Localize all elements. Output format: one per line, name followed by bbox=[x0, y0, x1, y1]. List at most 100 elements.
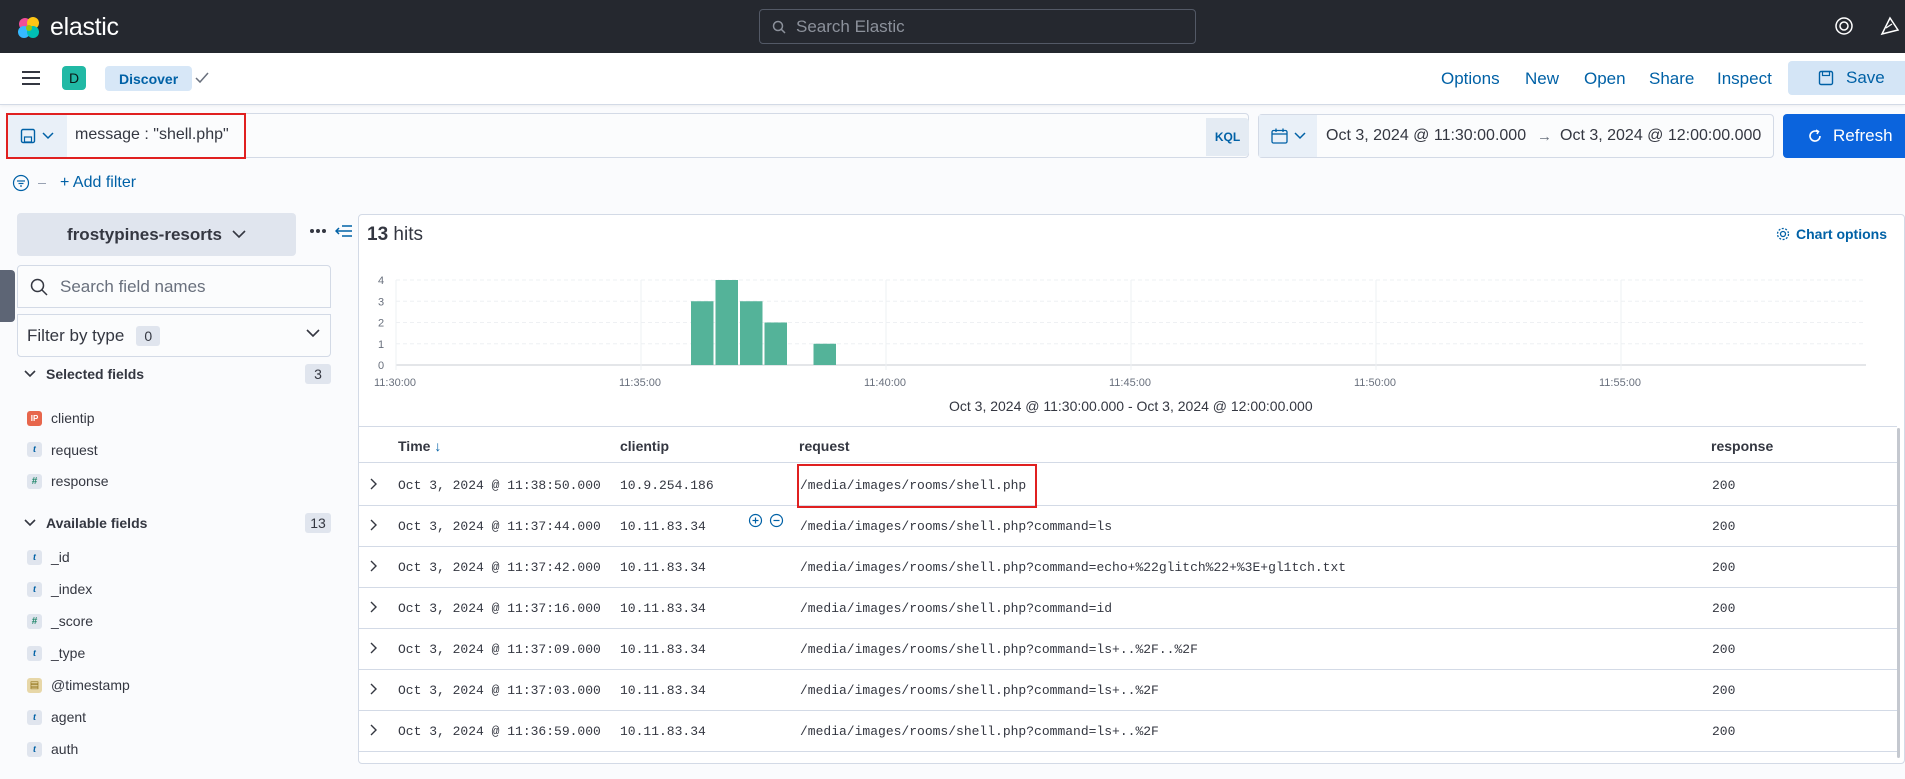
cell-clientip: 10.9.254.186 bbox=[620, 478, 714, 493]
elastic-logo[interactable]: elastic bbox=[16, 13, 119, 42]
end-date[interactable]: Oct 3, 2024 @ 12:00:00.000 bbox=[1560, 127, 1761, 145]
field-item-auth[interactable]: t auth bbox=[27, 741, 78, 757]
expand-row-icon[interactable] bbox=[369, 724, 378, 736]
share-link[interactable]: Share bbox=[1649, 69, 1694, 89]
column-header-time[interactable]: Time ↓ bbox=[398, 438, 441, 454]
cell-time: Oct 3, 2024 @ 11:37:16.000 bbox=[398, 601, 601, 616]
histogram-bar[interactable] bbox=[691, 301, 714, 365]
breadcrumb-discover[interactable]: Discover bbox=[105, 66, 193, 91]
filter-by-type-button[interactable]: Filter by type 0 bbox=[17, 314, 331, 357]
filter-options-icon[interactable] bbox=[12, 174, 30, 192]
filter-out-value-icon[interactable] bbox=[769, 513, 784, 528]
field-item-clientip[interactable]: IP clientip bbox=[27, 410, 95, 426]
field-item-response[interactable]: # response bbox=[27, 473, 109, 489]
expand-row-icon[interactable] bbox=[369, 601, 378, 613]
expand-row-icon[interactable] bbox=[369, 560, 378, 572]
histogram-bar[interactable] bbox=[764, 322, 788, 366]
field-item-score[interactable]: # _score bbox=[27, 613, 93, 629]
field-name: @timestamp bbox=[51, 677, 130, 693]
column-header-clientip[interactable]: clientip bbox=[620, 438, 669, 454]
filter-by-type-label: Filter by type bbox=[27, 325, 125, 345]
time-range-label: Oct 3, 2024 @ 11:30:00.000 - Oct 3, 2024… bbox=[949, 398, 1313, 414]
column-header-request[interactable]: request bbox=[799, 438, 850, 454]
x-tick-label: 11:35:00 bbox=[619, 377, 661, 389]
x-tick-label: 11:30:00 bbox=[374, 377, 416, 389]
chevron-down-icon bbox=[306, 329, 320, 338]
histogram-bar[interactable] bbox=[715, 280, 739, 365]
options-link[interactable]: Options bbox=[1441, 69, 1500, 89]
field-item-request[interactable]: t request bbox=[27, 442, 98, 458]
cell-request: /media/images/rooms/shell.php?command=ls… bbox=[800, 724, 1159, 739]
chart-options-button[interactable]: Chart options bbox=[1776, 226, 1887, 242]
histogram-chart[interactable]: 0 1 2 3 4 11:30:00 11:35:00 11:40:00 11:45:00 11:… bbox=[366, 268, 1876, 393]
calendar-icon bbox=[1270, 128, 1288, 144]
expand-row-icon[interactable] bbox=[369, 478, 378, 490]
global-search-input[interactable]: Search Elastic bbox=[759, 9, 1196, 44]
field-item-index[interactable]: t _index bbox=[27, 581, 92, 597]
hits-counter: 13 hits bbox=[367, 224, 423, 246]
field-search-input[interactable]: Search field names bbox=[17, 265, 331, 308]
inspect-link[interactable]: Inspect bbox=[1717, 69, 1772, 89]
table-row[interactable]: Oct 3, 2024 @ 11:37:44.000 10.11.83.34/me… bbox=[359, 506, 1897, 547]
available-fields-count: 13 bbox=[305, 513, 331, 533]
field-item-id[interactable]: t _id bbox=[27, 549, 70, 565]
table-row[interactable]: Oct 3, 2024 @ 11:37:42.000 10.11.83.34/me… bbox=[359, 547, 1897, 588]
index-pattern-selector[interactable]: frostypines-resorts bbox=[17, 213, 296, 256]
open-link[interactable]: Open bbox=[1584, 69, 1626, 89]
search-icon bbox=[772, 20, 786, 34]
add-filter-button[interactable]: + Add filter bbox=[60, 174, 136, 192]
field-item-timestamp[interactable]: ▤ @timestamp bbox=[27, 677, 130, 693]
menu-icon[interactable] bbox=[22, 71, 40, 85]
chevron-down-icon bbox=[24, 519, 36, 527]
field-item-agent[interactable]: t agent bbox=[27, 709, 86, 725]
field-type-icon: # bbox=[27, 473, 42, 489]
save-label: Save bbox=[1846, 68, 1885, 87]
gear-icon bbox=[1776, 227, 1790, 241]
filter-for-value-icon[interactable] bbox=[748, 513, 763, 528]
space-avatar[interactable]: D bbox=[62, 66, 86, 90]
field-type-icon: ▤ bbox=[27, 677, 42, 693]
table-row[interactable]: Oct 3, 2024 @ 11:38:50.000 10.9.254.186/m… bbox=[359, 465, 1897, 506]
table-row[interactable]: Oct 3, 2024 @ 11:37:03.000 10.11.83.34/me… bbox=[359, 670, 1897, 711]
x-tick-label: 11:45:00 bbox=[1109, 377, 1151, 389]
filter-row: + Add filter bbox=[12, 170, 136, 196]
table-row[interactable]: Oct 3, 2024 @ 11:36:59.000 10.11.83.34/me… bbox=[359, 711, 1897, 752]
table-row[interactable]: Oct 3, 2024 @ 11:37:09.000 10.11.83.34/me… bbox=[359, 629, 1897, 670]
quick-select-button[interactable] bbox=[1259, 115, 1317, 157]
field-search-placeholder: Search field names bbox=[60, 276, 206, 296]
help-icon[interactable] bbox=[1834, 16, 1854, 36]
expand-row-icon[interactable] bbox=[369, 519, 378, 531]
histogram-bar[interactable] bbox=[740, 301, 763, 365]
collapse-sidebar-icon[interactable] bbox=[335, 224, 353, 238]
more-options-icon[interactable] bbox=[309, 228, 327, 234]
sort-arrow-icon[interactable]: ↓ bbox=[434, 438, 441, 454]
sidebar-drag-handle[interactable] bbox=[0, 270, 15, 322]
selected-fields-header[interactable]: Selected fields 3 bbox=[24, 364, 331, 384]
cell-time: Oct 3, 2024 @ 11:37:42.000 bbox=[398, 560, 601, 575]
cell-time: Oct 3, 2024 @ 11:38:50.000 bbox=[398, 478, 601, 493]
field-item-type[interactable]: t _type bbox=[27, 645, 85, 661]
expand-row-icon[interactable] bbox=[369, 642, 378, 654]
histogram-bar[interactable] bbox=[813, 343, 837, 365]
refresh-button[interactable]: Refresh bbox=[1783, 114, 1905, 158]
column-header-response[interactable]: response bbox=[1711, 438, 1773, 454]
check-icon bbox=[195, 72, 209, 84]
available-fields-header[interactable]: Available fields 13 bbox=[24, 513, 331, 533]
chevron-down-icon bbox=[1293, 132, 1306, 140]
kql-toggle[interactable]: KQL bbox=[1206, 118, 1249, 156]
field-type-icon: # bbox=[27, 613, 42, 629]
search-icon bbox=[30, 278, 48, 296]
link-open-wrap: Open bbox=[1584, 53, 1626, 105]
cell-filter-actions bbox=[748, 513, 784, 528]
link-inspect-wrap: Inspect bbox=[1717, 53, 1772, 105]
newsfeed-icon[interactable] bbox=[1880, 16, 1902, 36]
new-link[interactable]: New bbox=[1525, 69, 1559, 89]
time-col-label: Time bbox=[398, 438, 431, 454]
cell-response: 200 bbox=[1712, 519, 1736, 534]
cell-time: Oct 3, 2024 @ 11:37:03.000 bbox=[398, 683, 601, 698]
expand-row-icon[interactable] bbox=[369, 683, 378, 695]
start-date[interactable]: Oct 3, 2024 @ 11:30:00.000 bbox=[1326, 127, 1526, 145]
table-row[interactable]: Oct 3, 2024 @ 11:37:16.000 10.11.83.34/me… bbox=[359, 588, 1897, 629]
save-button[interactable]: Save bbox=[1788, 61, 1905, 95]
table-scrollbar[interactable] bbox=[1897, 428, 1900, 758]
